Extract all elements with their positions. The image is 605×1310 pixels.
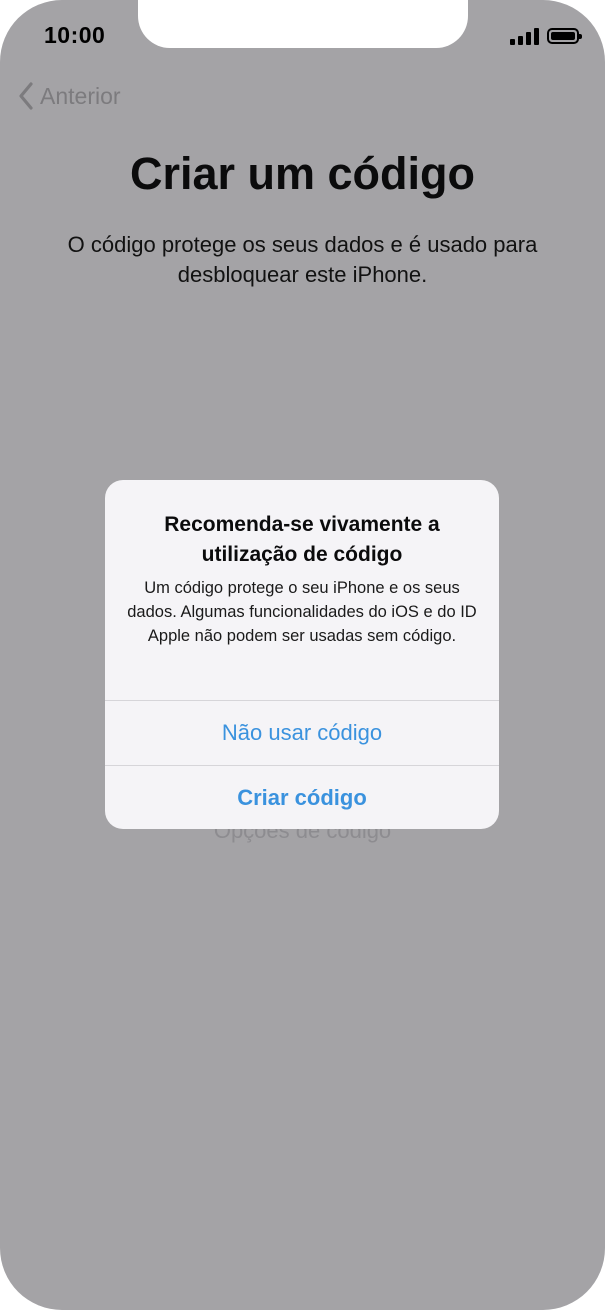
battery-icon: [547, 28, 582, 44]
create-passcode-button[interactable]: Criar código: [105, 766, 499, 829]
alert-dialog: Recomenda-se vivamente a utilização de c…: [105, 480, 499, 829]
battery-fill: [551, 32, 575, 40]
status-icons: [510, 26, 582, 46]
status-time: 10:00: [44, 22, 106, 48]
page-title: Criar um código: [129, 148, 476, 199]
dont-use-passcode-button[interactable]: Não usar código: [105, 701, 499, 765]
page-subtitle: O código protege os seus dados e é usado…: [67, 232, 538, 287]
back-label: Anterior: [40, 82, 121, 109]
chevron-left-icon: [19, 82, 33, 110]
back-button[interactable]: Anterior: [18, 82, 121, 110]
cellular-signal-icon: [510, 27, 539, 45]
alert-message: Um código protege o seu iPhone e os seus…: [127, 579, 477, 645]
notch: [138, 0, 468, 48]
phone-screen: 10:00 Anterior Criar um código O código …: [0, 0, 605, 1310]
alert-title: Recomenda-se vivamente a utilização de c…: [164, 513, 440, 566]
